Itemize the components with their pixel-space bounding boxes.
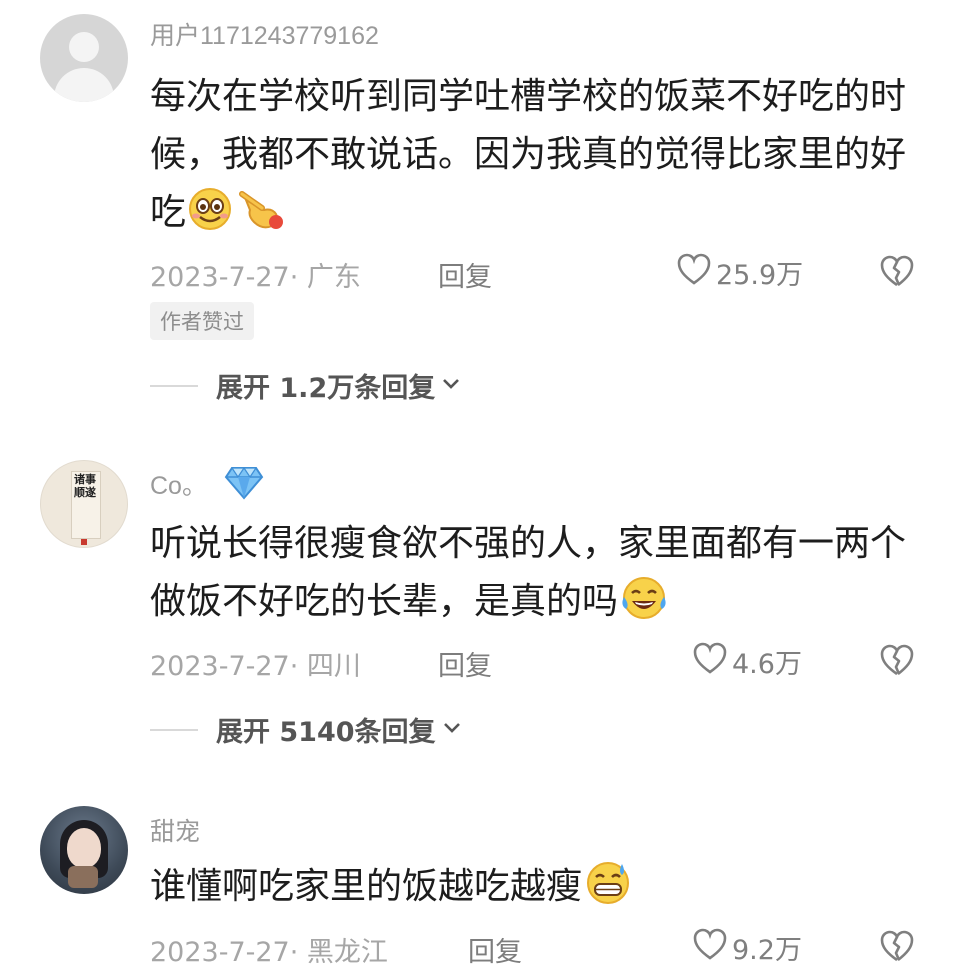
comment-date: 2023-7-27 — [150, 651, 290, 682]
comment-location: 黑龙江 — [306, 937, 388, 968]
heart-icon — [692, 641, 728, 682]
comment-meta: 2023-7-27· 黑龙江 — [150, 937, 388, 968]
reply-button[interactable]: 回复 — [438, 644, 492, 683]
comment-date: 2023-7-27 — [150, 937, 290, 968]
grin-sweat-emoji — [582, 860, 634, 924]
comment-date: 2023-7-27 — [150, 262, 290, 293]
chevron-down-icon — [441, 376, 461, 395]
like-count: 25.9万 — [716, 260, 804, 291]
like-button[interactable]: 4.6万 — [692, 641, 802, 682]
broken-heart-icon — [878, 644, 916, 681]
comment-location: 广东 — [306, 262, 361, 293]
chevron-down-icon — [442, 720, 462, 739]
expand-replies[interactable]: 展开 1.2万条回复 — [150, 366, 461, 405]
avatar-text: 诸事顺遂 — [74, 473, 96, 499]
author-liked-tag: 作者赞过 — [150, 302, 254, 340]
pointing-hand-emoji — [238, 186, 288, 250]
comment-meta: 2023-7-27· 四川 — [150, 651, 361, 682]
user-avatar[interactable]: 诸事顺遂 — [40, 460, 128, 548]
comment-text-body: 谁懂啊吃家里的饭越吃越瘦 — [150, 866, 583, 907]
like-button[interactable]: 9.2万 — [692, 927, 802, 968]
broken-heart-icon — [878, 255, 916, 292]
divider-line — [150, 384, 198, 387]
expand-replies-label: 展开 5140条回复 — [216, 717, 436, 748]
username[interactable]: 用户1171243779162 — [150, 16, 379, 52]
broken-heart-icon — [878, 930, 916, 967]
divider-line — [150, 728, 198, 731]
laugh-cry-emoji — [618, 575, 670, 639]
dislike-button[interactable] — [878, 643, 916, 681]
diamond-icon — [224, 466, 264, 504]
user-avatar[interactable] — [40, 806, 128, 894]
expand-replies[interactable]: 展开 5140条回复 — [150, 710, 462, 749]
like-count: 4.6万 — [732, 649, 802, 680]
heart-icon — [676, 252, 712, 293]
like-count: 9.2万 — [732, 935, 802, 966]
like-button[interactable]: 25.9万 — [676, 252, 803, 293]
comment-text: 听说长得很瘦食欲不强的人，家里面都有一两个做饭不好吃的长辈，是真的吗 — [150, 515, 920, 639]
reply-button[interactable]: 回复 — [468, 930, 522, 969]
reply-button[interactable]: 回复 — [438, 255, 492, 294]
comment-location: 四川 — [306, 651, 361, 682]
username[interactable]: 甜宠 — [150, 812, 200, 848]
comment-text: 谁懂啊吃家里的饭越吃越瘦 — [150, 858, 920, 924]
comment-meta: 2023-7-27· 广东 — [150, 262, 361, 293]
comment-text: 每次在学校听到同学吐槽学校的饭菜不好吃的时候，我都不敢说话。因为我真的觉得比家里… — [150, 68, 920, 250]
dislike-button[interactable] — [878, 929, 916, 967]
heart-icon — [692, 927, 728, 968]
username[interactable]: Co。 — [150, 466, 207, 502]
comment-text-body: 听说长得很瘦食欲不强的人，家里面都有一两个做饭不好吃的长辈，是真的吗 — [150, 523, 907, 622]
smile-emoji — [186, 186, 238, 250]
dislike-button[interactable] — [878, 254, 916, 292]
default-avatar[interactable] — [40, 14, 128, 102]
expand-replies-label: 展开 1.2万条回复 — [216, 373, 436, 404]
